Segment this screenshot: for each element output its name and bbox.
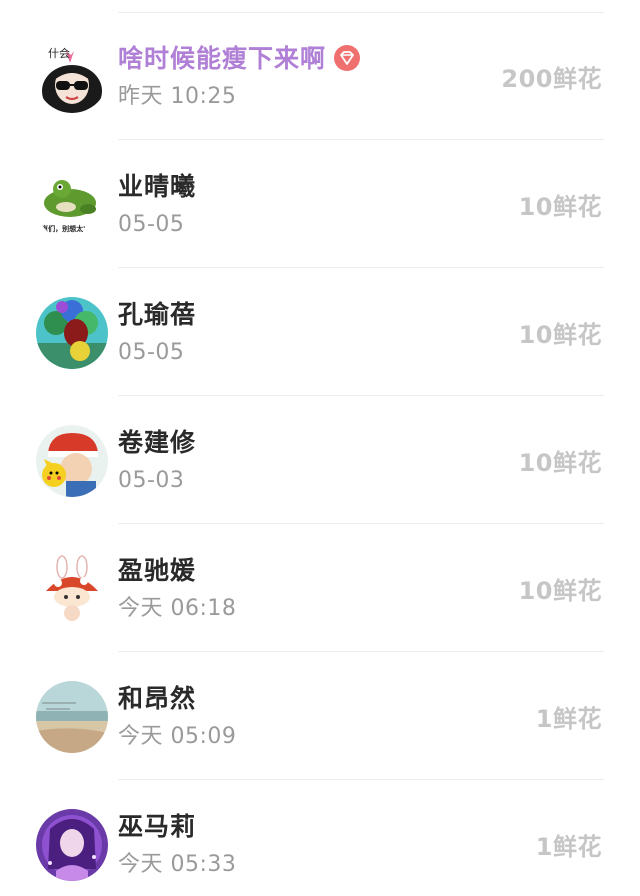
gift-time: 今天 05:09	[118, 724, 237, 749]
list-item[interactable]: 盈驰媛 今天 06:18 10鲜花	[0, 524, 640, 652]
flower-count: 1鲜花	[535, 833, 602, 861]
gift-time: 05-03	[118, 468, 185, 493]
sender-name: 业晴曦	[118, 172, 197, 201]
masked-girl-avatar-icon[interactable]: 什会	[36, 41, 108, 113]
avatar-caption: '崽们，别想太'	[39, 224, 85, 233]
list-item[interactable]: 什会 啥时候能瘦下来啊 昨天 10:25 200鲜花	[0, 12, 640, 140]
flower-count: 1鲜花	[535, 705, 602, 733]
gift-time: 今天 06:18	[118, 596, 237, 621]
list-item[interactable]: 卷建修 05-03 10鲜花	[0, 396, 640, 524]
avatar-caption: 什会	[48, 47, 70, 60]
diamond-vip-icon	[334, 45, 361, 71]
sender-name: 卷建修	[118, 428, 197, 457]
flower-gift-list: 什会 啥时候能瘦下来啊 昨天 10:25 200鲜花 '崽们，别想太' 业晴曦 …	[0, 0, 640, 896]
flower-count: 10鲜花	[518, 577, 602, 605]
purple-anime-girl-avatar-icon[interactable]	[36, 809, 108, 881]
list-item[interactable]: 和昂然 今天 05:09 1鲜花	[0, 652, 640, 780]
beach-landscape-avatar-icon[interactable]	[36, 681, 108, 753]
gift-time: 昨天 10:25	[118, 84, 237, 109]
gift-time: 05-05	[118, 340, 185, 365]
sender-name: 和昂然	[118, 684, 197, 713]
sender-name: 啥时候能瘦下来啊	[118, 43, 361, 75]
sender-name-text: 啥时候能瘦下来啊	[118, 44, 327, 73]
flower-count: 10鲜花	[518, 321, 602, 349]
pikachu-trainer-avatar-icon[interactable]	[36, 425, 108, 497]
sender-name: 孔瑜蓓	[118, 300, 197, 329]
list-item[interactable]: 孔瑜蓓 05-05 10鲜花	[0, 268, 640, 396]
sender-name: 巫马莉	[118, 812, 197, 841]
flower-count: 10鲜花	[518, 449, 602, 477]
list-item[interactable]: '崽们，别想太' 业晴曦 05-05 10鲜花	[0, 140, 640, 268]
gift-time: 今天 05:33	[118, 852, 237, 877]
sender-name: 盈驰媛	[118, 556, 197, 585]
balloons-avatar-icon[interactable]	[36, 297, 108, 369]
flower-count: 10鲜花	[518, 193, 602, 221]
green-frog-meme-avatar-icon[interactable]: '崽们，别想太'	[36, 169, 108, 241]
bunny-mushroom-avatar-icon[interactable]	[36, 553, 108, 625]
flower-count: 200鲜花	[501, 65, 602, 93]
gift-time: 05-05	[118, 212, 185, 237]
list-item[interactable]: 巫马莉 今天 05:33 1鲜花	[0, 780, 640, 896]
